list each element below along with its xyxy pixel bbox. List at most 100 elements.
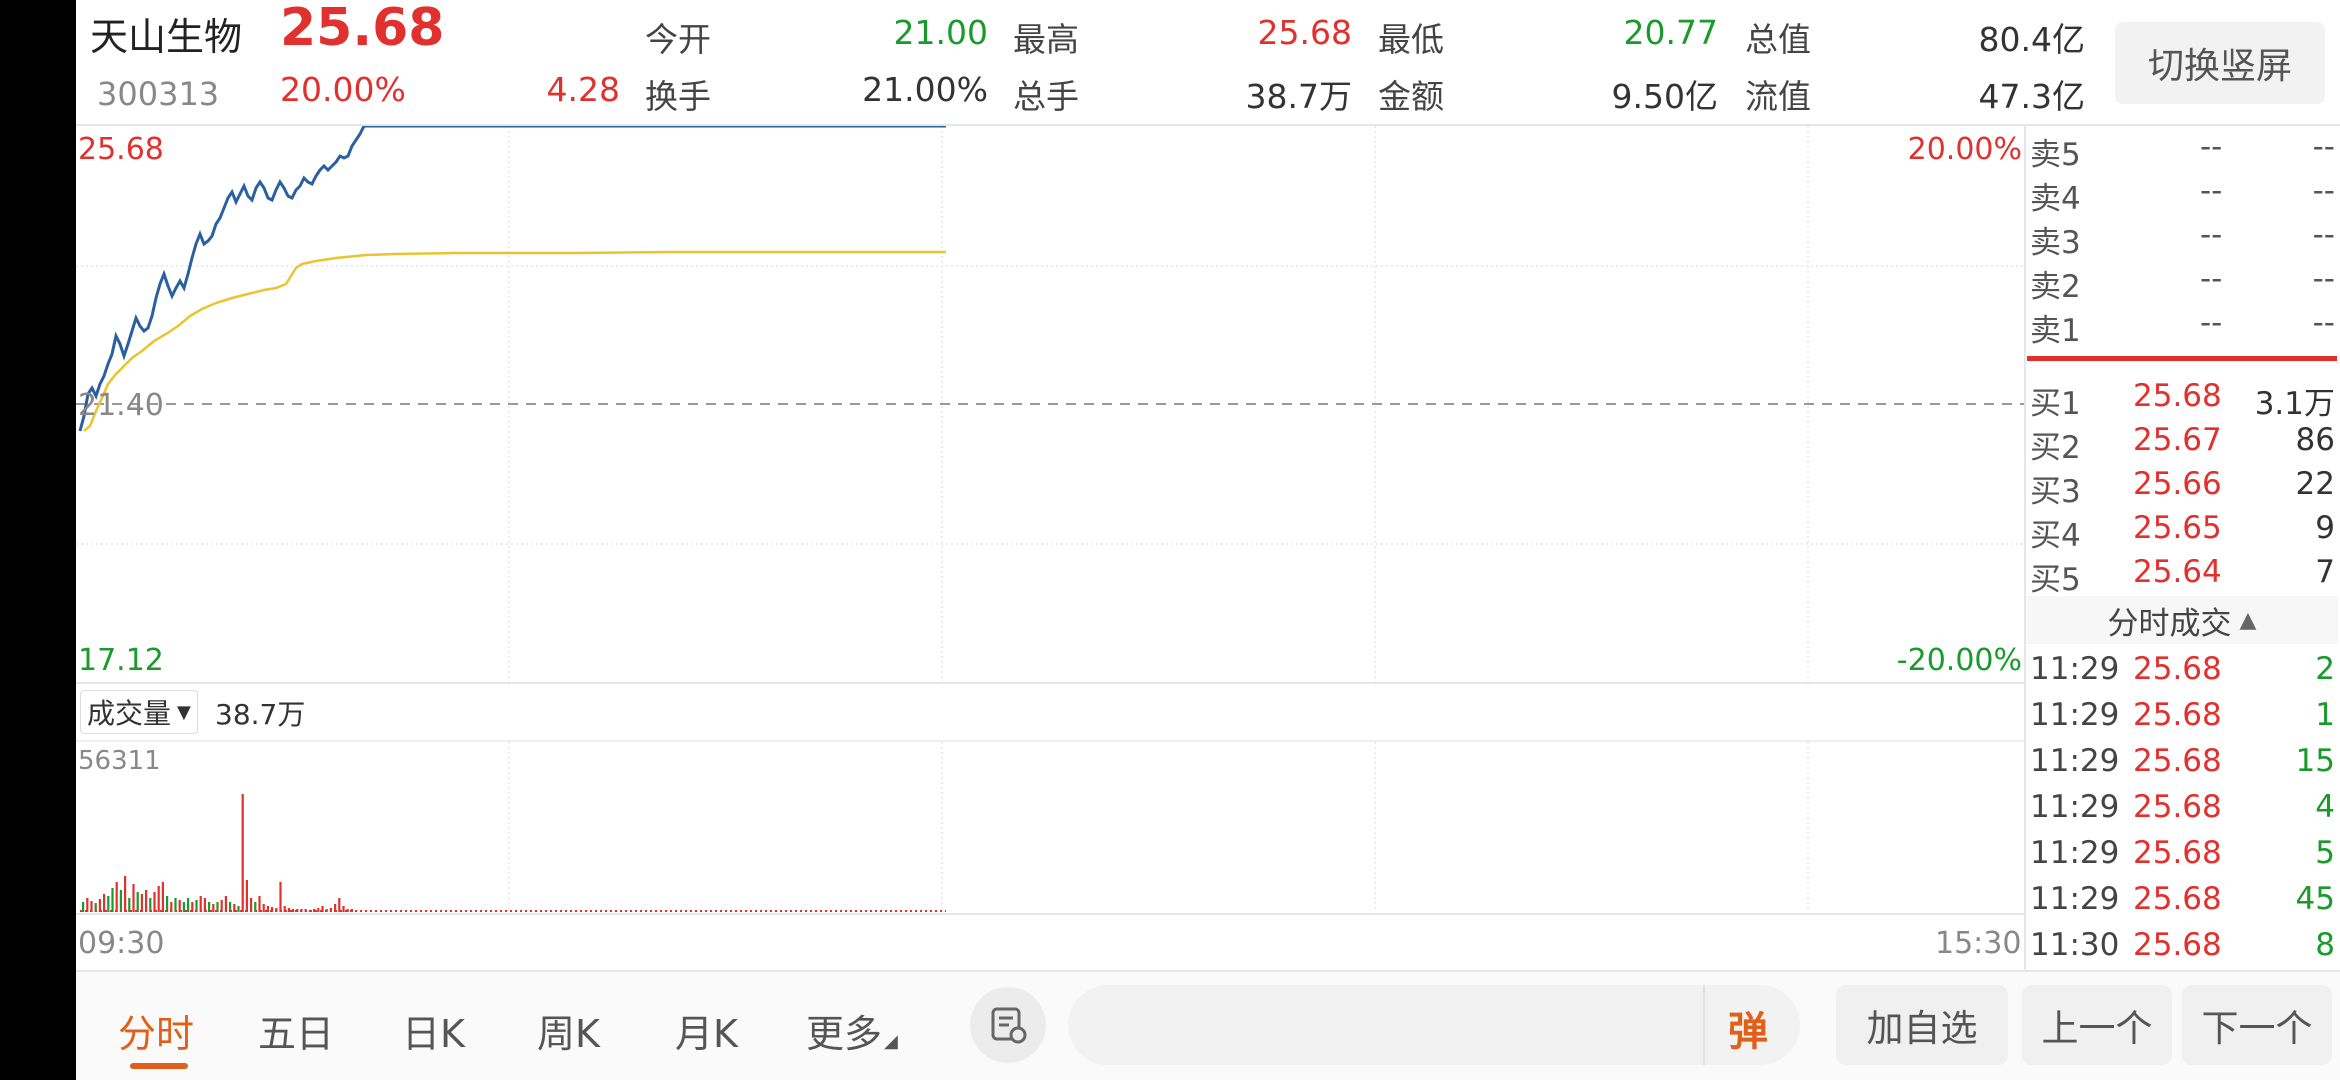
caret-up-icon: ▲ — [2239, 607, 2257, 633]
intraday-chart[interactable] — [76, 126, 2024, 682]
ask-row-1: 卖1 -- -- — [2030, 305, 2335, 349]
time-end-label: 15:30 — [1935, 926, 2022, 961]
volume-bar — [313, 909, 316, 912]
previous-stock-button[interactable]: 上一个 — [2022, 985, 2172, 1065]
stock-code: 300313 — [97, 75, 220, 113]
tab-intraday[interactable]: 分时 — [118, 1003, 194, 1058]
comment-input[interactable]: 弹 — [1068, 985, 1800, 1065]
volume-bar — [161, 882, 164, 912]
total-cap-value: 80.4亿 — [1978, 20, 2085, 59]
high-value: 25.68 — [1257, 13, 1352, 52]
turnover-label: 换手 — [645, 77, 711, 116]
switch-portrait-button[interactable]: 切换竖屏 — [2115, 22, 2325, 104]
volume-bar — [166, 896, 169, 912]
volume-bar — [250, 898, 253, 912]
tab-monthly-k[interactable]: 月K — [675, 1003, 738, 1058]
volume-bar — [266, 906, 269, 912]
tick-row: 11:29 25.68 5 — [2030, 835, 2335, 871]
dropdown-arrow-icon: ▼ — [177, 701, 191, 723]
volume-bar — [338, 898, 341, 912]
volume-bar — [212, 904, 215, 912]
volume-bar — [279, 882, 282, 912]
ask-row-5: 卖5 -- -- — [2030, 129, 2335, 173]
ask-row-4: 卖4 -- -- — [2030, 173, 2335, 217]
volume-bar — [203, 898, 206, 912]
volume-bar — [224, 896, 227, 912]
volume-label: 总手 — [1013, 77, 1079, 116]
pct-max-label: 20.00% — [1907, 132, 2022, 167]
tick-row: 11:29 25.68 4 — [2030, 789, 2335, 825]
bid-row-3: 买3 25.66 22 — [2030, 466, 2335, 510]
add-watchlist-button[interactable]: 加自选 — [1836, 985, 2008, 1065]
bid-row-4: 买4 25.65 9 — [2030, 510, 2335, 554]
volume-bottom-divider — [76, 913, 2024, 915]
danmu-toggle[interactable]: 弹 — [1728, 999, 1768, 1057]
volume-bar — [241, 794, 244, 912]
volume-bar — [342, 906, 345, 912]
volume-bar — [153, 892, 156, 912]
price-min-label: 17.12 — [78, 643, 164, 678]
next-stock-button[interactable]: 下一个 — [2182, 985, 2332, 1065]
total-cap-label: 总值 — [1745, 20, 1811, 59]
volume-bar — [111, 888, 114, 912]
note-button[interactable] — [970, 987, 1046, 1063]
volume-bar — [136, 892, 139, 912]
tick-row: 11:30 25.68 8 — [2030, 927, 2335, 963]
volume-chart[interactable] — [76, 742, 2024, 912]
tab-more-label: 更多 — [806, 1012, 883, 1056]
volume-bar — [258, 896, 261, 912]
volume-indicator-label: 成交量 — [87, 697, 172, 730]
float-cap-label: 流值 — [1745, 77, 1811, 116]
low-value: 20.77 — [1623, 13, 1718, 52]
chart-divider — [76, 682, 2024, 684]
amount-label: 金额 — [1378, 77, 1444, 116]
bid-row-5: 买5 25.64 7 — [2030, 554, 2335, 598]
ask-row-2: 卖2 -- -- — [2030, 261, 2335, 305]
volume-bar — [157, 886, 160, 912]
volume-bar — [132, 884, 135, 912]
stock-name: 天山生物 — [90, 15, 243, 59]
active-tab-indicator — [130, 1063, 188, 1069]
tick-row: 11:29 25.68 15 — [2030, 743, 2335, 779]
volume-bar — [182, 902, 185, 912]
volume-bar — [187, 898, 190, 912]
volume-bar — [107, 896, 110, 912]
volume-bar — [128, 898, 131, 912]
tab-weekly-k[interactable]: 周K — [537, 1003, 600, 1058]
volume-total: 38.7万 — [215, 698, 306, 731]
stock-price: 25.68 — [280, 0, 445, 58]
low-label: 最低 — [1378, 20, 1444, 59]
ticks-header[interactable]: 分时成交 ▲ — [2026, 596, 2338, 644]
volume-bar — [82, 902, 85, 912]
volume-bar — [317, 908, 320, 912]
tab-more[interactable]: 更多 ◢ — [806, 1003, 898, 1058]
bid-row-1: 买1 25.68 3.1万 — [2030, 378, 2335, 422]
pct-min-label: -20.00% — [1896, 643, 2022, 678]
volume-bar — [174, 898, 177, 912]
turnover-value: 21.00% — [862, 70, 988, 109]
volume-bar — [140, 894, 143, 912]
tab-daily-k[interactable]: 日K — [402, 1003, 465, 1058]
volume-bar — [199, 896, 202, 912]
volume-bar — [119, 890, 122, 912]
orderbook-divider — [2024, 124, 2026, 970]
ask-row-3: 卖3 -- -- — [2030, 217, 2335, 261]
volume-bar — [124, 876, 127, 912]
tab-five-day[interactable]: 五日 — [258, 1003, 334, 1058]
corner-arrow-icon: ◢ — [884, 1031, 898, 1052]
volume-bar — [262, 904, 265, 912]
volume-bar — [292, 909, 295, 912]
volume-max-label: 56311 — [78, 746, 161, 776]
volume-bar — [86, 898, 89, 912]
open-value: 21.00 — [893, 13, 988, 52]
ticks-title: 分时成交 — [2107, 605, 2232, 642]
volume-indicator-select[interactable]: 成交量 ▼ — [80, 690, 198, 734]
bid-row-2: 买2 25.67 86 — [2030, 422, 2335, 466]
volume-bar — [287, 908, 290, 912]
danmu-icon: 弹 — [1728, 1009, 1768, 1055]
volume-bar — [145, 890, 148, 912]
float-cap-value: 47.3亿 — [1978, 77, 2085, 116]
volume-bar — [149, 898, 152, 912]
tick-row: 11:29 25.68 1 — [2030, 697, 2335, 733]
high-label: 最高 — [1013, 20, 1079, 59]
